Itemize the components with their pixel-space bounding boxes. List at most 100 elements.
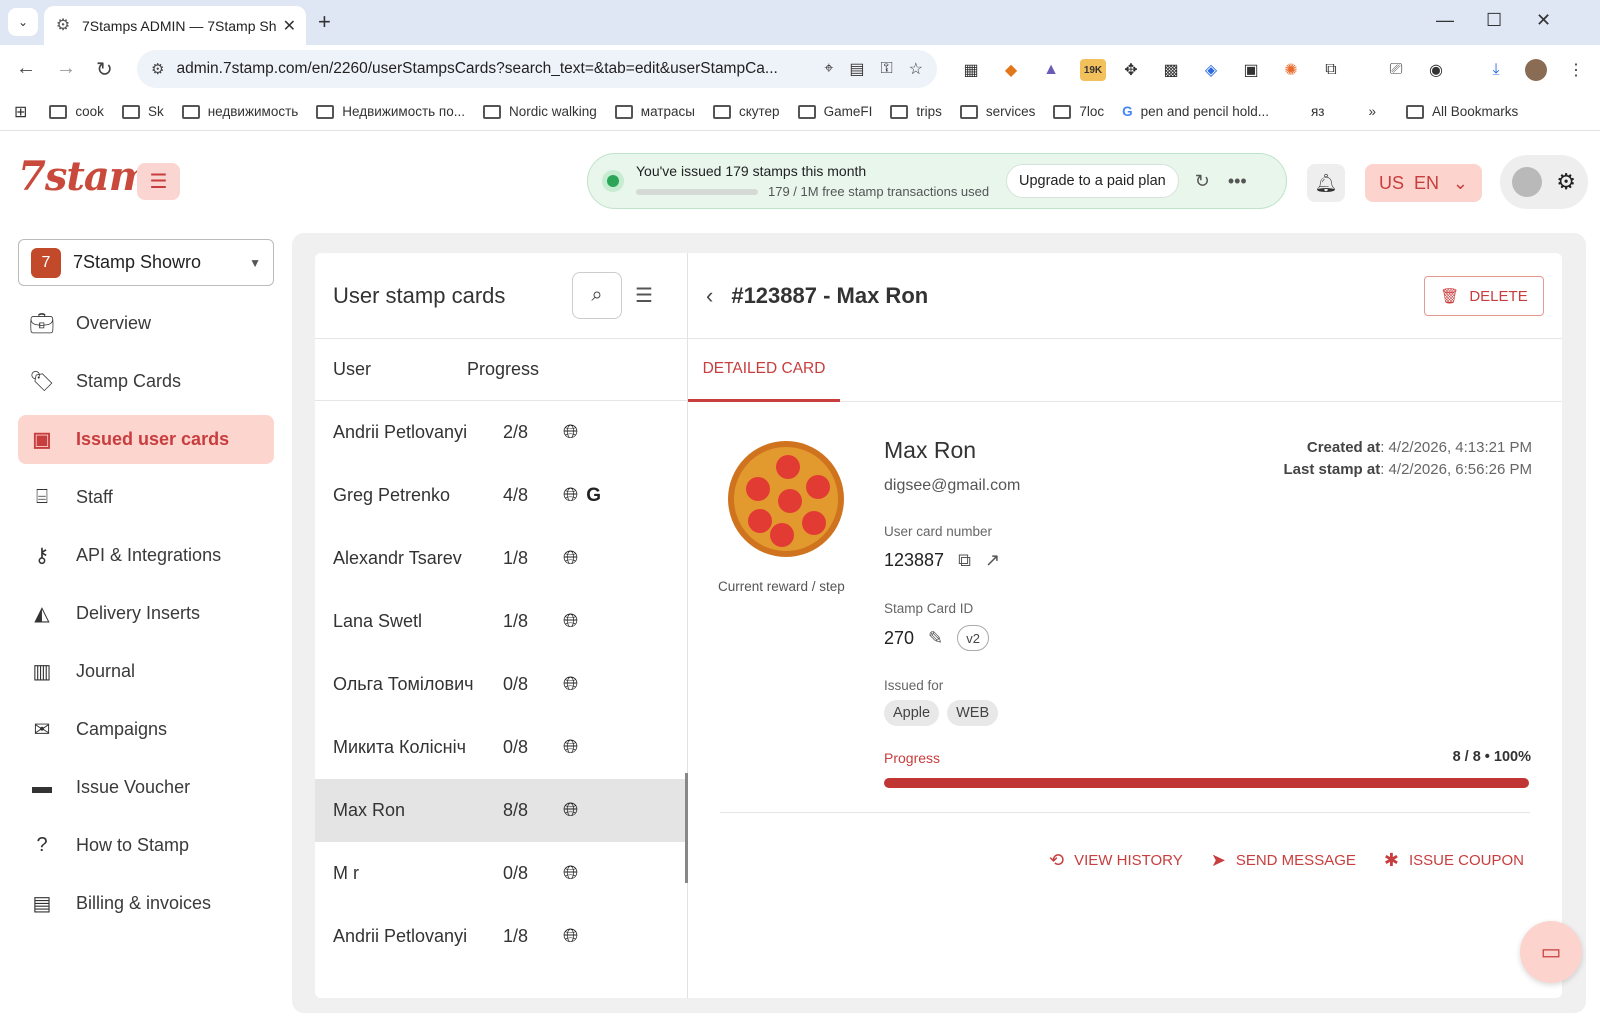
sidebar-item-staff[interactable]: ⌸ Staff [18, 473, 274, 522]
column-user[interactable]: User [333, 359, 371, 380]
copy-icon[interactable]: ⧉ [958, 550, 971, 571]
sidebar-item-billing[interactable]: ▤ Billing & invoices [18, 879, 274, 928]
table-row[interactable]: Andrii Petlovanyi 1/8 🌐︎ [315, 905, 687, 968]
crystal-extension-icon[interactable]: ▲ [1040, 59, 1062, 81]
bookmark-folder[interactable]: недвижимость [181, 104, 298, 119]
refresh-icon[interactable]: ↻ [1195, 171, 1210, 192]
apps-grid-icon[interactable]: ⊞ [14, 102, 27, 122]
qr-extension-icon[interactable]: ▦ [960, 59, 982, 81]
reload-icon[interactable]: ↻ [96, 57, 113, 82]
metamask-extension-icon[interactable]: ◆ [1000, 59, 1022, 81]
open-external-icon[interactable]: ↗ [985, 550, 1000, 571]
bookmark-folder[interactable]: Nordic walking [483, 104, 597, 119]
folder-icon [483, 104, 501, 119]
bookmark-link[interactable]: Gpen and pencil hold... [1122, 104, 1269, 119]
bookmark-folder[interactable]: 7loc [1053, 104, 1104, 119]
table-row[interactable]: Greg Petrenko 4/8 🌐︎ G [315, 464, 687, 527]
all-bookmarks[interactable]: All Bookmarks [1406, 104, 1518, 119]
profile-avatar-icon[interactable] [1525, 59, 1547, 81]
globe-icon: 🌐︎ [563, 799, 579, 821]
forward-icon[interactable]: → [56, 57, 76, 80]
search-button[interactable]: ⌕ [572, 272, 622, 319]
globe-icon: 🌐︎ [563, 547, 579, 569]
bookmark-folder[interactable]: trips [890, 104, 942, 119]
column-progress[interactable]: Progress [467, 359, 539, 380]
sidebar-item-journal[interactable]: ▥ Journal [18, 647, 274, 696]
filter-icon[interactable]: ☰ [635, 283, 653, 308]
table-row[interactable]: Lana Swetl 1/8 🌐︎ [315, 590, 687, 653]
maximize-button[interactable]: ☐ [1486, 10, 1502, 31]
send-message-button[interactable]: ➤ SEND MESSAGE [1211, 850, 1356, 871]
bookmark-folder[interactable]: Недвижимость по... [316, 104, 465, 119]
bookmark-folder[interactable]: скутер [712, 104, 780, 119]
download-icon[interactable]: ⤓ [1485, 59, 1507, 81]
back-icon[interactable]: ← [16, 57, 36, 80]
view-history-button[interactable]: ⟲ VIEW HISTORY [1049, 850, 1183, 871]
new-tab-button[interactable]: + [318, 9, 331, 35]
back-chevron-icon[interactable]: ‹ [706, 283, 713, 309]
sidebar-item-api[interactable]: ⚷ API & Integrations [18, 531, 274, 580]
sidebar-item-how-to-stamp[interactable]: ? How to Stamp [18, 821, 274, 870]
more-bookmarks-icon[interactable]: » [1369, 104, 1377, 119]
clipboard-icon[interactable]: ▤ [849, 59, 864, 79]
delete-button[interactable]: 🗑︎ DELETE [1424, 276, 1544, 316]
globe-icon: 🌐︎ [563, 736, 579, 758]
notifications-button[interactable]: 🔔︎ [1307, 164, 1345, 202]
org-logo-icon: 7 [31, 247, 61, 278]
bookmark-label: яз [1311, 104, 1325, 119]
table-row[interactable]: Микита Колісніч 0/8 🌐︎ [315, 716, 687, 779]
camera-icon[interactable]: ◉ [1425, 59, 1447, 81]
language-selector[interactable]: US EN ⌄ [1365, 164, 1482, 202]
profile-menu[interactable]: ⚙ [1500, 155, 1588, 209]
issued-for-chips: Apple WEB [884, 700, 1006, 726]
tab-search-button[interactable]: ⌄ [8, 8, 38, 36]
minimize-button[interactable]: — [1436, 10, 1454, 31]
bookmark-folder[interactable]: services [959, 104, 1035, 119]
table-row[interactable]: Andrii Petlovanyi 2/8 🌐︎ [315, 401, 687, 464]
sun-extension-icon[interactable]: ✺ [1280, 59, 1302, 81]
edit-pencil-icon[interactable]: ✎ [928, 628, 943, 649]
location-icon[interactable]: ⌖ [824, 60, 833, 78]
close-window-button[interactable]: ✕ [1536, 10, 1551, 31]
sidebar-item-issued-user-cards[interactable]: ▣ Issued user cards [18, 415, 274, 464]
stamp-card-id-label: Stamp Card ID [884, 601, 974, 616]
capture-extension-icon[interactable]: ▣ [1240, 59, 1262, 81]
globe-icon: 🌐︎ [563, 421, 579, 443]
menu-toggle-button[interactable]: ☰ [137, 163, 180, 200]
organization-selector[interactable]: 7 7Stamp Showro ▼ [18, 239, 274, 286]
table-row[interactable]: M r 0/8 🌐︎ [315, 842, 687, 905]
address-bar[interactable]: ⚙ admin.7stamp.com/en/2260/userStampsCar… [137, 50, 937, 88]
qr2-extension-icon[interactable]: ▩ [1160, 59, 1182, 81]
chat-button[interactable]: ▭ [1520, 921, 1582, 983]
cast-icon[interactable]: ⎚ [1385, 59, 1407, 81]
bookmark-link[interactable]: яз [1311, 104, 1325, 119]
sidebar-item-issue-voucher[interactable]: ▬ Issue Voucher [18, 763, 274, 812]
bookmark-folder[interactable]: матрасы [614, 104, 695, 119]
badge-extension-icon[interactable]: 19K [1080, 59, 1106, 81]
puzzle-extension-icon[interactable]: ✥ [1120, 59, 1142, 81]
bookmark-folder[interactable]: cook [49, 104, 104, 119]
sidebar-item-overview[interactable]: 💼︎ Overview [18, 299, 274, 348]
site-info-icon[interactable]: ⚙ [151, 60, 164, 78]
tag-extension-icon[interactable]: ◈ [1200, 59, 1222, 81]
browser-tab[interactable]: ⚙ 7Stamps ADMIN — 7Stamp Sho ✕ [44, 6, 306, 45]
bookmark-folder[interactable]: Sk [121, 104, 164, 119]
close-tab-icon[interactable]: ✕ [283, 16, 296, 36]
menu-dots-icon[interactable]: ⋮ [1565, 59, 1587, 81]
more-icon[interactable]: ••• [1228, 171, 1247, 192]
extensions-icon[interactable]: ⧉ [1320, 59, 1342, 81]
issue-coupon-button[interactable]: ✱ ISSUE COUPON [1384, 850, 1524, 871]
table-row-selected[interactable]: Max Ron 8/8 🌐︎ [315, 779, 687, 842]
password-key-icon[interactable]: ⚿ [880, 60, 892, 78]
tab-detailed-card[interactable]: DETAILED CARD [688, 339, 840, 402]
sidebar-item-delivery-inserts[interactable]: ◭ Delivery Inserts [18, 589, 274, 638]
bookmark-folder[interactable]: GameFI [797, 104, 872, 119]
settings-gear-icon[interactable]: ⚙ [1556, 169, 1576, 195]
row-user-name: Ольга Томілович [333, 674, 474, 694]
sidebar-item-stamp-cards[interactable]: 🏷︎ Stamp Cards [18, 357, 274, 406]
upgrade-button[interactable]: Upgrade to a paid plan [1006, 164, 1179, 198]
bookmark-star-icon[interactable]: ☆ [909, 59, 923, 79]
table-row[interactable]: Ольга Томілович 0/8 🌐︎ [315, 653, 687, 716]
table-row[interactable]: Alexandr Tsarev 1/8 🌐︎ [315, 527, 687, 590]
sidebar-item-campaigns[interactable]: ✉ Campaigns [18, 705, 274, 754]
